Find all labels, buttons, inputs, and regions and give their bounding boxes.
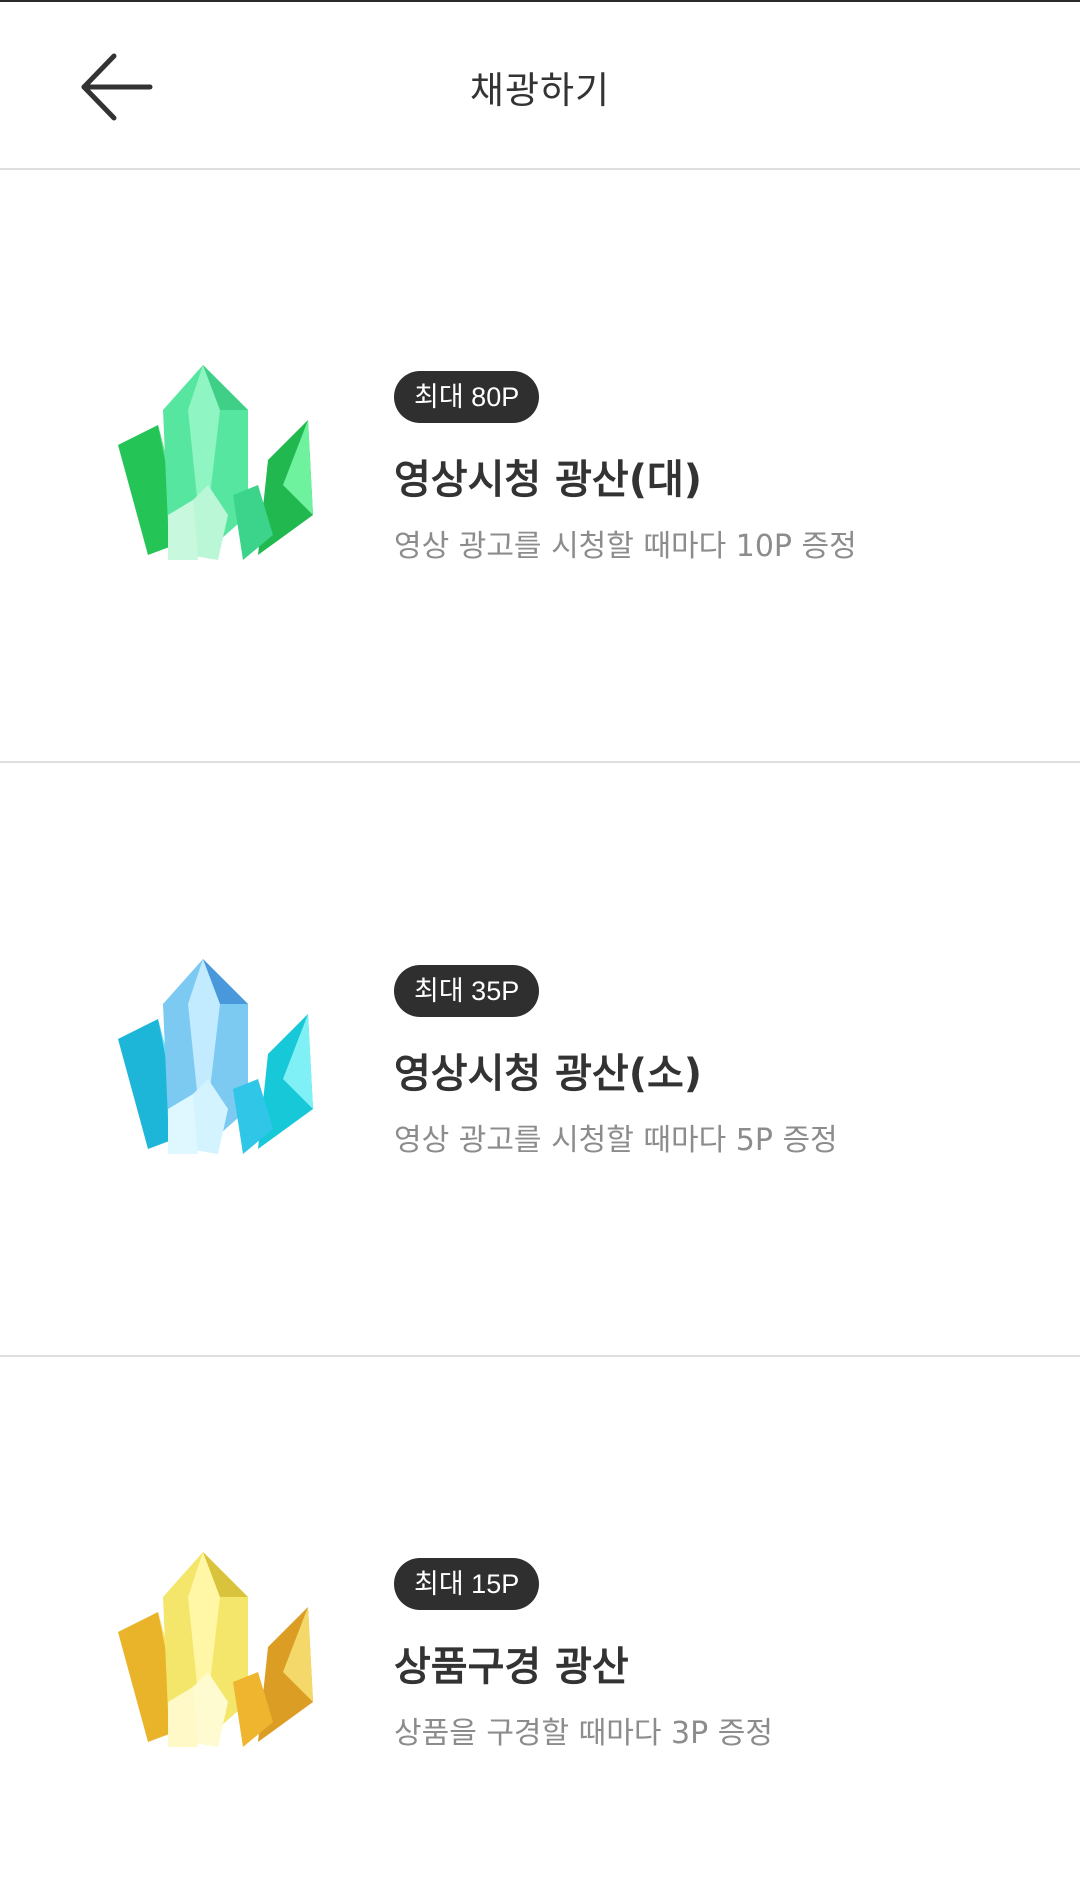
mine-title: 상품구경 광산 xyxy=(394,1644,629,1690)
yellow-crystal-icon xyxy=(118,1552,313,1747)
max-points-badge: 최대 80P xyxy=(394,371,540,423)
mine-card-small-video[interactable]: 최대 35P 영상시청 광산(소) 영상 광고를 시청할 때마다 5P 증정 xyxy=(0,765,1080,1357)
mine-title: 영상시청 광산(소) xyxy=(394,1051,703,1097)
mine-description: 영상 광고를 시청할 때마다 10P 증정 xyxy=(394,529,857,564)
blue-crystal-icon xyxy=(118,959,313,1154)
max-points-badge: 최대 15P xyxy=(394,1558,540,1610)
max-points-badge: 최대 35P xyxy=(394,965,540,1017)
mine-card-product-browse[interactable]: 최대 15P 상품구경 광산 상품을 구경할 때마다 3P 증정 xyxy=(0,1358,1080,1892)
mine-description: 상품을 구경할 때마다 3P 증정 xyxy=(394,1716,773,1751)
mine-description: 영상 광고를 시청할 때마다 5P 증정 xyxy=(394,1123,838,1158)
green-crystal-icon xyxy=(118,365,313,560)
mine-title: 영상시청 광산(대) xyxy=(394,457,703,503)
page-title: 채광하기 xyxy=(469,69,611,112)
app-header: 채광하기 xyxy=(0,2,1080,170)
mine-card-large-video[interactable]: 최대 80P 영상시청 광산(대) 영상 광고를 시청할 때마다 10P 증정 xyxy=(0,171,1080,763)
